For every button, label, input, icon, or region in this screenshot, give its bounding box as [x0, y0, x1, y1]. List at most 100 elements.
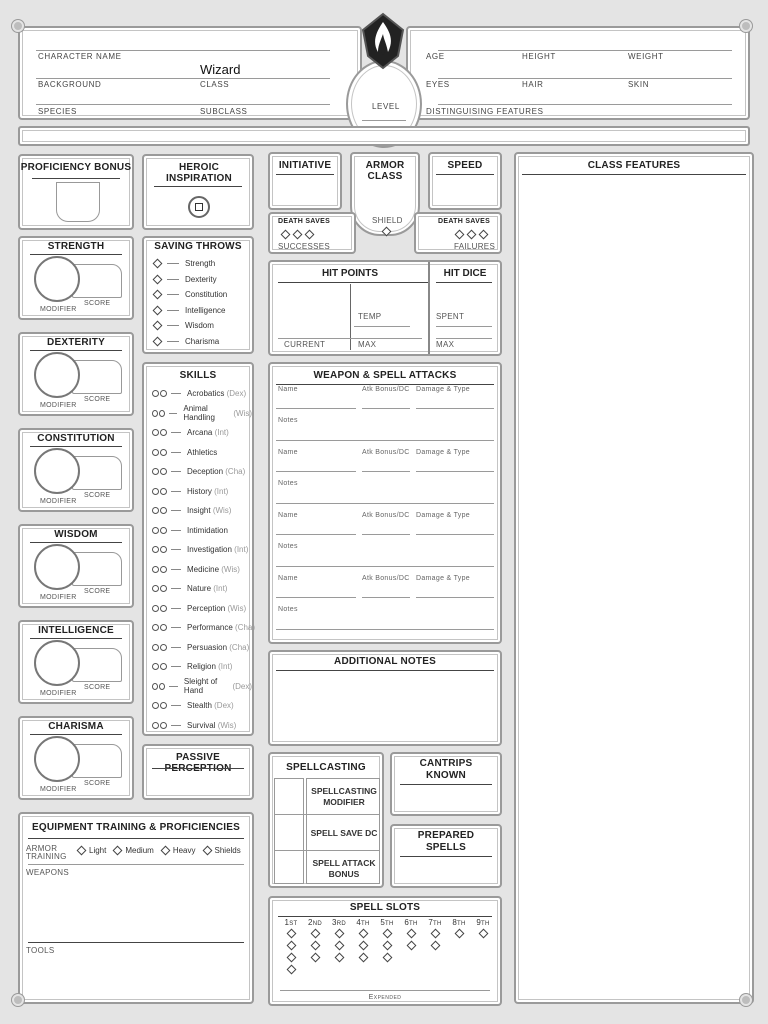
spell-slot-checkbox[interactable]	[310, 952, 320, 962]
ability-modifier-input[interactable]	[34, 736, 80, 782]
skill-expertise-circle[interactable]	[159, 682, 166, 690]
skill-expertise-circle[interactable]	[160, 604, 167, 612]
armor-option-checkbox[interactable]	[76, 845, 87, 856]
spell-slot-checkbox[interactable]	[430, 928, 440, 938]
spell-slot-checkbox[interactable]	[286, 928, 296, 938]
spell-slot-checkbox[interactable]	[406, 928, 416, 938]
attack-row[interactable]: Name Atk Bonus/DC Damage & Type Notes	[270, 449, 500, 511]
skill-expertise-circle[interactable]	[160, 702, 167, 709]
skill-expertise-circle[interactable]	[160, 390, 167, 397]
failure-checkbox-3[interactable]	[478, 229, 489, 240]
skill-row[interactable]: Survival (Wis)	[152, 718, 236, 733]
skill-expertise-circle[interactable]	[160, 565, 167, 573]
saving-throw-row[interactable]: Intelligence	[152, 303, 225, 318]
attack-row[interactable]: Name Atk Bonus/DC Damage & Type Notes	[270, 575, 500, 637]
ability-modifier-input[interactable]	[34, 448, 80, 494]
skill-row[interactable]: Intimidation	[152, 523, 230, 538]
skill-row[interactable]: Acrobatics (Dex)	[152, 386, 246, 401]
skill-row[interactable]: Animal Handling (Wis)	[152, 404, 252, 422]
skill-row[interactable]: Insight (Wis)	[152, 503, 231, 518]
skill-proficiency-circle[interactable]	[152, 526, 159, 534]
skill-proficiency-circle[interactable]	[152, 663, 159, 670]
skill-row[interactable]: History (Int)	[152, 484, 228, 499]
skill-proficiency-circle[interactable]	[152, 643, 159, 651]
skill-expertise-circle[interactable]	[160, 546, 167, 553]
skill-proficiency-circle[interactable]	[152, 468, 159, 475]
skill-expertise-circle[interactable]	[160, 487, 167, 495]
success-checkbox-3[interactable]	[304, 229, 315, 240]
skill-proficiency-circle[interactable]	[152, 721, 159, 729]
skill-row[interactable]: Sleight of Hand (Dex)	[152, 677, 252, 695]
skill-proficiency-circle[interactable]	[152, 682, 159, 690]
failure-checkbox-1[interactable]	[454, 229, 465, 240]
spell-slot-checkbox[interactable]	[478, 928, 488, 938]
skill-expertise-circle[interactable]	[160, 585, 167, 592]
ability-modifier-input[interactable]	[34, 544, 80, 590]
skill-expertise-circle[interactable]	[160, 643, 167, 651]
skill-expertise-circle[interactable]	[160, 468, 167, 475]
skill-row[interactable]: Investigation (Int)	[152, 542, 248, 557]
attack-row[interactable]: Name Atk Bonus/DC Damage & Type Notes	[270, 512, 500, 574]
spell-slot-checkbox[interactable]	[334, 928, 344, 938]
armor-option-checkbox[interactable]	[160, 845, 171, 856]
skill-row[interactable]: Religion (Int)	[152, 659, 232, 674]
spell-slot-checkbox[interactable]	[286, 952, 296, 962]
skill-row[interactable]: Arcana (Int)	[152, 425, 229, 440]
saving-throw-proficiency-checkbox[interactable]	[152, 258, 163, 269]
armor-option[interactable]: Shields	[202, 845, 241, 856]
success-checkbox-2[interactable]	[292, 229, 303, 240]
spell-slot-checkbox[interactable]	[310, 940, 320, 950]
spell-slot-checkbox[interactable]	[382, 940, 392, 950]
saving-throw-row[interactable]: Constitution	[152, 287, 227, 302]
skill-row[interactable]: Perception (Wis)	[152, 601, 246, 616]
shield-checkbox[interactable]	[381, 226, 392, 237]
skill-proficiency-circle[interactable]	[152, 429, 159, 436]
skill-proficiency-circle[interactable]	[152, 702, 159, 709]
spell-slot-checkbox[interactable]	[334, 940, 344, 950]
skill-proficiency-circle[interactable]	[152, 390, 159, 397]
ability-modifier-input[interactable]	[34, 352, 80, 398]
skill-proficiency-circle[interactable]	[152, 487, 159, 495]
armor-option-checkbox[interactable]	[202, 845, 212, 856]
spell-slot-checkbox[interactable]	[286, 964, 296, 974]
skill-proficiency-circle[interactable]	[152, 565, 159, 573]
heroic-inspiration-toggle[interactable]	[188, 196, 210, 218]
saving-throw-proficiency-checkbox[interactable]	[152, 320, 163, 331]
spell-slot-checkbox[interactable]	[286, 940, 296, 950]
saving-throw-proficiency-checkbox[interactable]	[152, 289, 163, 300]
skill-expertise-circle[interactable]	[160, 507, 167, 514]
skill-proficiency-circle[interactable]	[152, 409, 159, 417]
spell-slot-checkbox[interactable]	[454, 928, 464, 938]
spell-slot-checkbox[interactable]	[358, 928, 368, 938]
skill-expertise-circle[interactable]	[160, 721, 167, 729]
skill-expertise-circle[interactable]	[160, 624, 167, 631]
skill-expertise-circle[interactable]	[160, 429, 167, 436]
saving-throw-row[interactable]: Charisma	[152, 334, 219, 349]
saving-throw-row[interactable]: Dexterity	[152, 272, 217, 287]
saving-throw-row[interactable]: Wisdom	[152, 318, 214, 333]
failure-checkbox-2[interactable]	[466, 229, 477, 240]
skill-row[interactable]: Athletics	[152, 445, 219, 460]
proficiency-bonus-input[interactable]	[56, 182, 100, 222]
skill-expertise-circle[interactable]	[160, 448, 167, 456]
spell-slot-checkbox[interactable]	[334, 952, 344, 962]
spell-slot-checkbox[interactable]	[310, 928, 320, 938]
skill-proficiency-circle[interactable]	[152, 448, 159, 456]
armor-option[interactable]: Medium	[112, 845, 154, 856]
spell-slot-checkbox[interactable]	[382, 952, 392, 962]
skill-row[interactable]: Deception (Cha)	[152, 464, 245, 479]
saving-throw-row[interactable]: Strength	[152, 256, 215, 271]
saving-throw-proficiency-checkbox[interactable]	[152, 274, 163, 284]
spell-slot-checkbox[interactable]	[430, 940, 440, 950]
spell-slot-checkbox[interactable]	[358, 940, 368, 950]
skill-proficiency-circle[interactable]	[152, 546, 159, 553]
skill-row[interactable]: Nature (Int)	[152, 581, 227, 596]
skill-row[interactable]: Stealth (Dex)	[152, 698, 234, 713]
skill-proficiency-circle[interactable]	[152, 507, 159, 514]
armor-option[interactable]: Light	[76, 845, 106, 856]
armor-option[interactable]: Heavy	[160, 845, 196, 856]
armor-option-checkbox[interactable]	[112, 845, 123, 856]
class-features-box[interactable]: CLASS FEATURES	[514, 152, 754, 1004]
saving-throw-proficiency-checkbox[interactable]	[152, 336, 163, 346]
saving-throw-proficiency-checkbox[interactable]	[152, 305, 163, 315]
